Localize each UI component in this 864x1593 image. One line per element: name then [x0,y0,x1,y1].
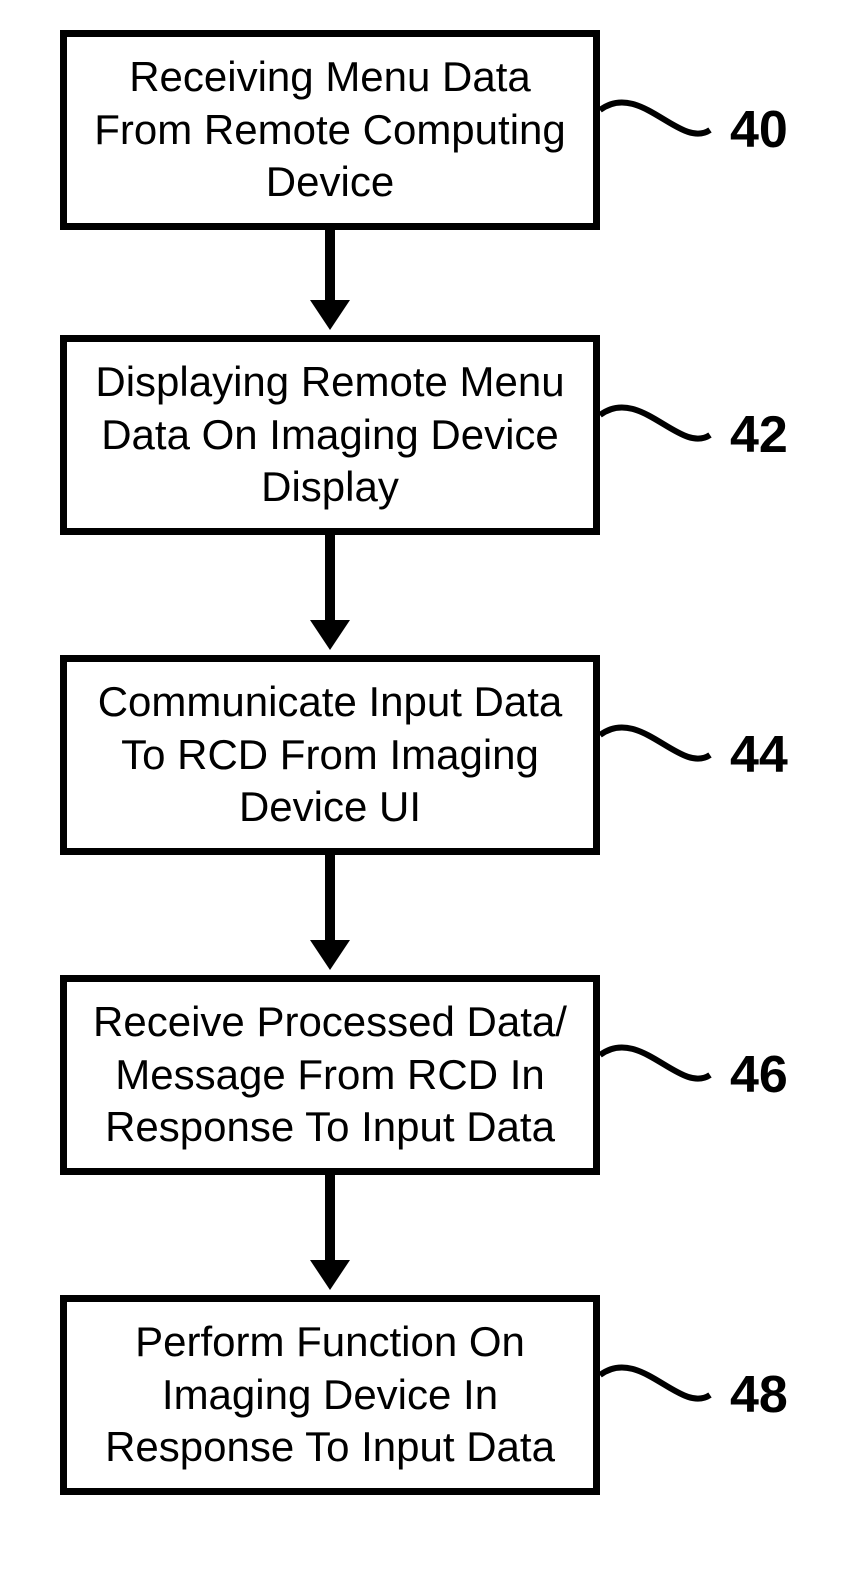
arrow-shaft [325,230,335,300]
step-number-40: 40 [730,100,788,160]
step-box-44: Communicate Input Data To RCD From Imagi… [60,655,600,855]
step-box-46: Receive Processed Data/ Message From RCD… [60,975,600,1175]
step-text: Perform Function On Imaging Device In Re… [77,1316,583,1474]
arrow-head-icon [310,620,350,650]
step-box-42: Displaying Remote Menu Data On Imaging D… [60,335,600,535]
step-text: Displaying Remote Menu Data On Imaging D… [77,356,583,514]
connector-40 [600,100,720,180]
arrow-head-icon [310,300,350,330]
step-box-48: Perform Function On Imaging Device In Re… [60,1295,600,1495]
step-number-48: 48 [730,1365,788,1425]
connector-46 [600,1045,720,1125]
step-text: Receiving Menu Data From Remote Computin… [77,51,583,209]
arrow-head-icon [310,1260,350,1290]
connector-44 [600,725,720,805]
step-text: Receive Processed Data/ Message From RCD… [77,996,583,1154]
flowchart-canvas: Receiving Menu Data From Remote Computin… [0,0,864,1593]
step-number-42: 42 [730,405,788,465]
step-number-46: 46 [730,1045,788,1105]
step-text: Communicate Input Data To RCD From Imagi… [77,676,583,834]
step-box-40: Receiving Menu Data From Remote Computin… [60,30,600,230]
step-number-44: 44 [730,725,788,785]
connector-48 [600,1365,720,1445]
arrow-shaft [325,1175,335,1260]
arrow-shaft [325,535,335,620]
arrow-shaft [325,855,335,940]
arrow-head-icon [310,940,350,970]
connector-42 [600,405,720,485]
